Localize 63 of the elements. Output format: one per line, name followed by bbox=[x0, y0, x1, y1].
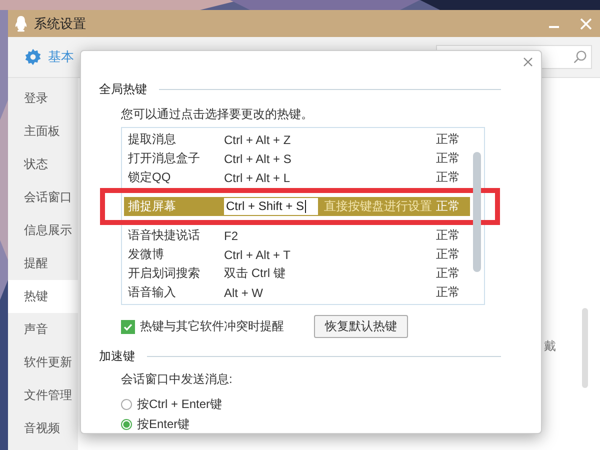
hotkey-status: 正常 bbox=[436, 198, 460, 215]
sidebar-item[interactable]: 主面板 bbox=[8, 115, 78, 148]
hotkey-row[interactable]: 语音输入 Alt + W 正常 bbox=[124, 283, 470, 302]
sidebar-item[interactable]: 状态 bbox=[8, 148, 78, 181]
hotkey-status: 正常 bbox=[436, 169, 460, 186]
sidebar-item[interactable]: 登录 bbox=[8, 82, 78, 115]
hotkey-status: 正常 bbox=[436, 246, 460, 263]
option-label: 戴 bbox=[544, 338, 556, 355]
scrollbar-thumb[interactable] bbox=[473, 152, 481, 272]
hotkey-row[interactable]: 打开消息盒子 Ctrl + Alt + S 正常 bbox=[124, 149, 470, 168]
radio-button[interactable] bbox=[121, 418, 132, 430]
hotkey-status: 正常 bbox=[436, 284, 460, 301]
hotkey-name: 锁定QQ bbox=[128, 169, 172, 186]
gear-icon bbox=[24, 48, 42, 66]
hotkey-keys: Ctrl + Alt + S bbox=[224, 152, 330, 166]
sidebar-item[interactable]: 热键 bbox=[8, 280, 78, 313]
hotkey-keys: Ctrl + Alt + T bbox=[224, 248, 330, 262]
hotkey-row[interactable]: 语音快捷说话 F2 正常 bbox=[124, 226, 470, 245]
hotkey-name: 打开消息盒子 bbox=[128, 150, 201, 167]
hotkey-row[interactable]: 发微博 Ctrl + Alt + T 正常 bbox=[124, 245, 470, 264]
scrollbar-thumb[interactable] bbox=[582, 308, 588, 388]
hotkey-keys: Ctrl + Alt + Z bbox=[224, 132, 330, 146]
hotkey-status: 正常 bbox=[436, 150, 460, 167]
hotkey-row[interactable]: 捕捉屏幕 Ctrl + Shift + S 直接按键盘进行设置 正常 bbox=[124, 197, 470, 216]
checkbox-label: 热键与其它软件冲突时提醒 bbox=[140, 318, 284, 335]
hint-text: 您可以通过点击选择要更改的热键。 bbox=[121, 106, 314, 123]
sidebar-item[interactable]: 提醒 bbox=[8, 247, 78, 280]
hotkey-row[interactable]: 锁定QQ Ctrl + Alt + L 正常 bbox=[124, 168, 470, 187]
hotkey-status: 正常 bbox=[436, 131, 460, 148]
hotkey-keys: F2 bbox=[224, 228, 330, 242]
checkbox[interactable] bbox=[121, 320, 135, 334]
hotkey-name: 提取消息 bbox=[128, 131, 177, 148]
close-icon[interactable] bbox=[523, 57, 533, 67]
sidebar-item[interactable]: 会话窗口 bbox=[8, 181, 78, 214]
window-title: 系统设置 bbox=[34, 14, 86, 32]
sidebar-item[interactable]: 文件管理 bbox=[8, 379, 78, 412]
radio-label: 按Enter键 bbox=[137, 416, 190, 432]
hotkey-name: 捕捉屏幕 bbox=[128, 198, 177, 215]
prompt-text: 直接按键盘进行设置 bbox=[323, 198, 433, 215]
sidebar-item[interactable]: 信息展示 bbox=[8, 214, 78, 247]
hotkey-input[interactable]: Ctrl + Shift + S bbox=[224, 198, 318, 215]
sidebar-item[interactable]: 软件更新 bbox=[8, 346, 78, 379]
hotkey-keys: Ctrl + Alt + L bbox=[224, 170, 330, 184]
radio-label: 按Ctrl + Enter键 bbox=[137, 396, 222, 412]
hotkey-name: 语音快捷说话 bbox=[128, 227, 201, 244]
hotkey-status: 正常 bbox=[436, 227, 460, 244]
restore-defaults-button[interactable]: 恢复默认热键 bbox=[314, 315, 408, 338]
hotkey-row[interactable]: 开启划词搜索 双击 Ctrl 键 正常 bbox=[124, 264, 470, 283]
hotkey-row[interactable]: 提取消息 Ctrl + Alt + Z 正常 bbox=[124, 130, 470, 149]
search-icon bbox=[573, 50, 587, 64]
option-label: 会话窗口中发送消息: bbox=[121, 371, 234, 388]
section-title: 加速键 bbox=[99, 348, 135, 365]
radio-button[interactable] bbox=[121, 398, 132, 410]
hotkey-keys: Alt + W bbox=[224, 286, 330, 300]
hotkey-name: 语音输入 bbox=[128, 284, 177, 301]
section-title: 全局热键 bbox=[99, 81, 147, 98]
hotkey-keys: 双击 Ctrl 键 bbox=[224, 265, 330, 282]
hotkey-status: 正常 bbox=[436, 265, 460, 282]
penguin-icon bbox=[14, 16, 28, 32]
sidebar-item[interactable]: 声音 bbox=[8, 313, 78, 346]
hotkey-name: 发微博 bbox=[128, 246, 165, 263]
hotkey-name: 开启划词搜索 bbox=[128, 265, 201, 282]
sidebar-item[interactable]: 音视频 bbox=[8, 412, 78, 445]
